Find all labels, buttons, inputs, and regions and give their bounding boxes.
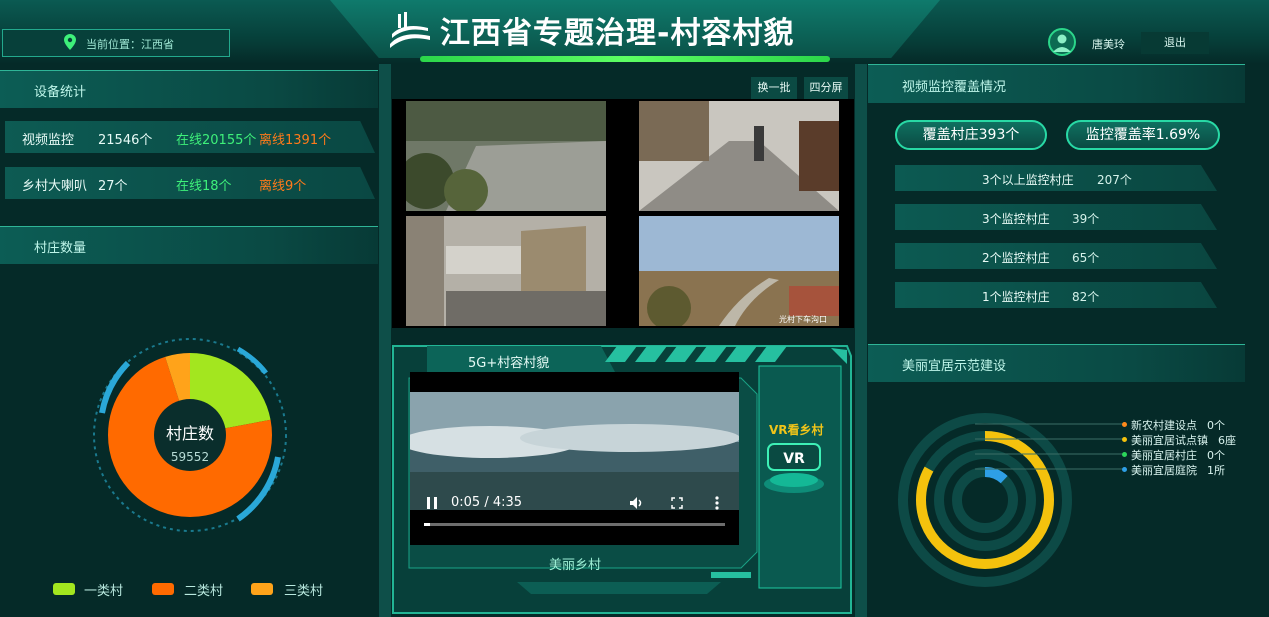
legend-dot xyxy=(1122,452,1127,457)
donut-center-label: 村庄数 xyxy=(166,424,214,443)
refresh-batch-button[interactable]: 换一批 xyxy=(751,77,797,99)
video-progress-fill xyxy=(424,523,431,526)
vr-headset-icon[interactable]: VR xyxy=(758,438,830,496)
legend-label: 二类村 xyxy=(184,584,224,599)
video-time: 0:05 / 4:35 xyxy=(451,495,523,510)
legend-label: 美丽宜居村庄 xyxy=(1131,449,1197,462)
video-caption: 美丽乡村 xyxy=(549,558,602,573)
monitor-row xyxy=(895,204,1217,230)
camera-feed-1[interactable] xyxy=(406,101,606,211)
legend-label: 美丽宜居庭院 xyxy=(1131,464,1197,477)
beautiful-title: 美丽宜居示范建设 xyxy=(902,359,1007,374)
camera-feed-4[interactable]: 光村下车沟口 xyxy=(639,216,839,326)
device-stats-title: 设备统计 xyxy=(34,85,87,100)
monitor-row-label: 3个以上监控村庄 xyxy=(982,173,1074,187)
stat-online: 在线18个 xyxy=(176,179,232,194)
legend-leader-lines xyxy=(975,423,1123,470)
fullscreen-icon[interactable] xyxy=(671,497,683,509)
coverage-rate-pill: 监控覆盖率1.69% xyxy=(1066,120,1220,150)
legend-swatch-type3 xyxy=(251,583,273,595)
camera-feed-2-image xyxy=(639,101,839,211)
village-count-title: 村庄数量 xyxy=(34,241,87,256)
avatar[interactable] xyxy=(1048,28,1076,56)
monitor-row xyxy=(895,243,1217,269)
legend-value: 0个 xyxy=(1207,449,1225,462)
monitor-row xyxy=(895,282,1217,308)
legend-swatch-type1 xyxy=(53,583,75,595)
pause-icon[interactable] xyxy=(426,496,438,510)
user-icon xyxy=(1053,34,1071,52)
logout-button[interactable]: 退出 xyxy=(1141,32,1209,54)
camera-feed-3[interactable] xyxy=(406,216,606,326)
monitor-row-value: 82个 xyxy=(1072,290,1100,304)
location-pin-icon xyxy=(64,34,76,50)
divider xyxy=(379,64,391,617)
legend-value: 1所 xyxy=(1207,464,1225,477)
monitor-row-label: 2个监控村庄 xyxy=(982,251,1050,265)
camera-feed-3-image xyxy=(406,216,606,326)
title-underline xyxy=(420,56,830,62)
legend-label: 一类村 xyxy=(84,584,124,599)
coverage-title: 视频监控覆盖情况 xyxy=(902,80,1007,95)
page-title: 江西省专题治理-村容村貌 xyxy=(440,16,795,51)
village-donut-chart: 村庄数 59552 xyxy=(93,338,287,532)
monitor-row-label: 3个监控村庄 xyxy=(982,212,1050,226)
monitor-row-label: 1个监控村庄 xyxy=(982,290,1050,304)
legend-dot xyxy=(1122,467,1127,472)
covered-villages-pill: 覆盖村庄393个 xyxy=(895,120,1047,150)
username: 唐美玲 xyxy=(1092,38,1125,51)
legend-label: 三类村 xyxy=(284,584,324,599)
stat-offline: 离线9个 xyxy=(259,179,307,194)
logo-icon xyxy=(390,12,430,48)
video-player[interactable]: 0:05 / 4:35 xyxy=(400,372,740,545)
camera-feed-4-caption: 光村下车沟口 xyxy=(779,315,827,324)
ring-track xyxy=(952,467,1018,533)
volume-icon[interactable] xyxy=(629,496,645,510)
legend-value: 0个 xyxy=(1207,419,1225,432)
stat-count: 27个 xyxy=(98,179,128,194)
video-frame-image xyxy=(400,392,740,510)
legend-swatch-type2 xyxy=(152,583,174,595)
legend-dot xyxy=(1122,422,1127,427)
legend-label: 美丽宜居试点镇 xyxy=(1131,434,1208,447)
stat-online: 在线20155个 xyxy=(176,133,257,148)
more-options-icon[interactable] xyxy=(715,496,719,510)
camera-feed-1-image xyxy=(406,101,606,211)
camera-feed-2[interactable] xyxy=(639,101,839,211)
video-progress-track[interactable] xyxy=(424,523,725,526)
divider xyxy=(855,64,867,617)
stat-name: 乡村大喇叭 xyxy=(22,179,88,194)
location-text: 当前位置：江西省 xyxy=(86,38,174,51)
monitor-row-value: 65个 xyxy=(1072,251,1100,265)
donut-center-value: 59552 xyxy=(171,450,209,464)
monitor-row-value: 39个 xyxy=(1072,212,1100,226)
legend-label: 新农村建设点 xyxy=(1131,419,1197,432)
stat-offline: 离线1391个 xyxy=(259,133,332,148)
monitor-row-value: 207个 xyxy=(1097,173,1132,187)
vr-icon-text: VR xyxy=(783,451,805,467)
camera-feed-4-image xyxy=(639,216,839,326)
stat-count: 21546个 xyxy=(98,133,153,148)
stat-name: 视频监控 xyxy=(22,133,75,148)
vr-label[interactable]: VR看乡村 xyxy=(769,421,824,438)
legend-dot xyxy=(1122,437,1127,442)
legend-value: 6座 xyxy=(1218,434,1236,447)
quad-split-button[interactable]: 四分屏 xyxy=(804,77,848,99)
vr-panel-title: 5G+村容村貌 xyxy=(468,356,550,371)
